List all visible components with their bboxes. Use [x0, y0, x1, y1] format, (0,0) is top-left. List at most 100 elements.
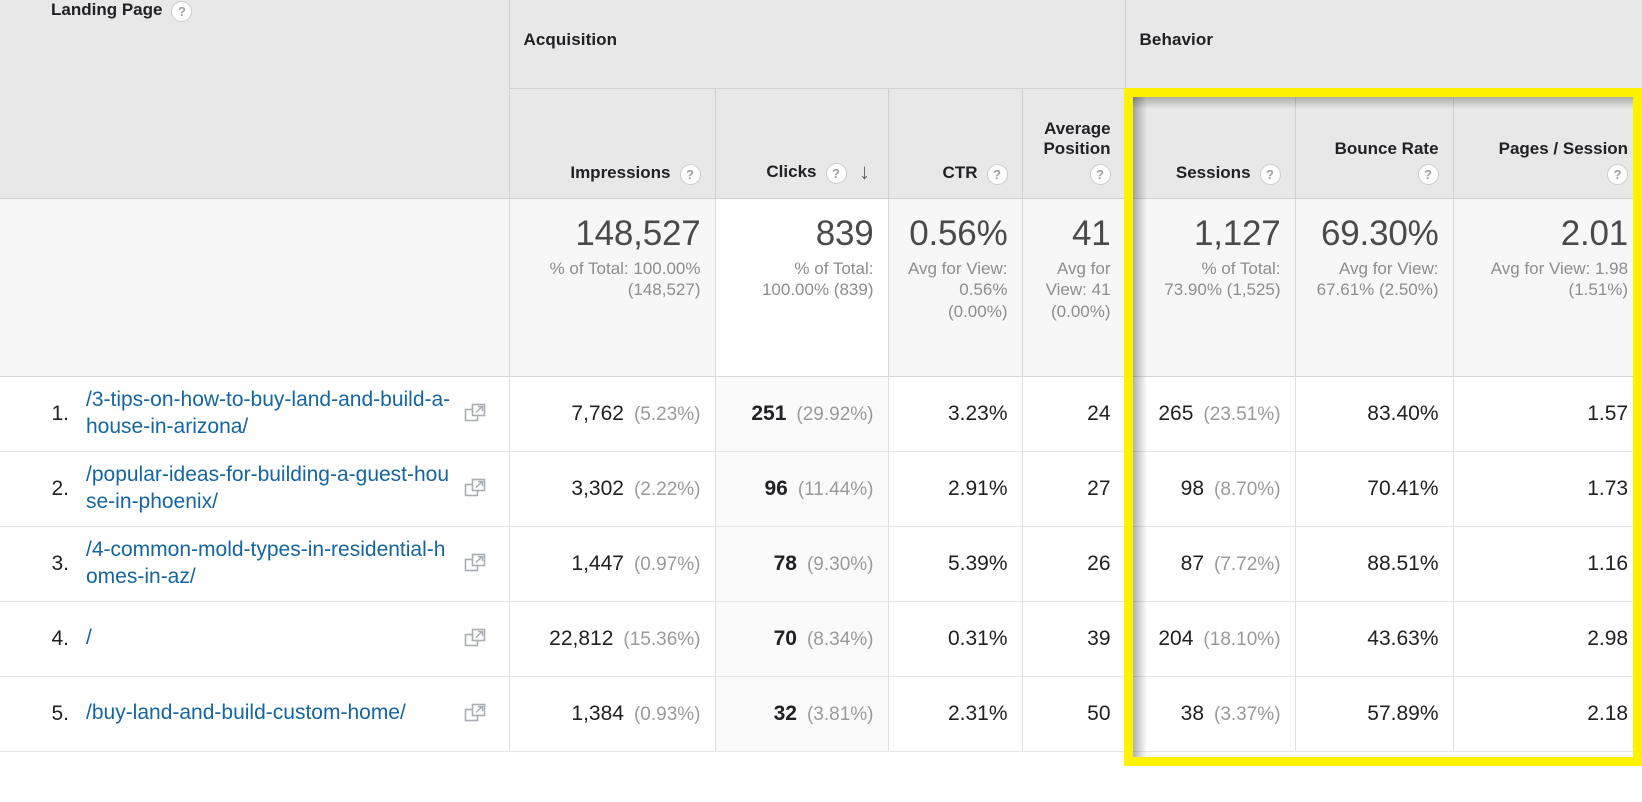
summary-note-bounce-rate: Avg for View: 67.61% (2.50%)	[1316, 258, 1439, 300]
cell-average-position: 39	[1022, 601, 1126, 677]
impressions-percent: (15.36%)	[623, 628, 701, 650]
cell-pages-session: 1.57	[1453, 376, 1642, 452]
ctr-value: 0.31%	[947, 626, 1008, 650]
table-row: 3. /4-common-mold-types-in-residential-h…	[0, 526, 1642, 602]
ctr-value: 5.39%	[947, 551, 1008, 575]
cell-ctr: 0.31%	[888, 601, 1023, 677]
open-in-new-icon[interactable]	[464, 477, 487, 500]
bounce-rate-value: 43.63%	[1367, 626, 1439, 650]
summary-value-average-position: 41	[1072, 213, 1111, 253]
summary-note-clicks: % of Total: 100.00% (839)	[761, 258, 874, 300]
cell-ctr: 3.23%	[888, 376, 1023, 452]
clicks-value: 32	[773, 701, 797, 725]
column-header-average-position[interactable]: Average Position ?	[1022, 88, 1126, 199]
help-icon-sessions[interactable]: ?	[1259, 163, 1281, 185]
column-header-landing-page[interactable]: Landing Page ?	[0, 0, 510, 199]
landing-page-link[interactable]: /3-tips-on-how-to-buy-land-and-build-a-h…	[86, 387, 464, 440]
summary-cell-bounce-rate: 69.30% Avg for View: 67.61% (2.50%)	[1295, 198, 1454, 377]
cell-sessions: 38 (3.37%)	[1125, 676, 1296, 752]
ctr-label: CTR	[942, 162, 978, 182]
cell-impressions: 1,447 (0.97%)	[509, 526, 716, 602]
cell-sessions: 204 (18.10%)	[1125, 601, 1296, 677]
help-icon-landing-page[interactable]: ?	[171, 1, 193, 22]
cell-bounce-rate: 83.40%	[1295, 376, 1454, 452]
landing-page-link[interactable]: /popular-ideas-for-building-a-guest-hous…	[86, 462, 464, 515]
landing-page-link[interactable]: /buy-land-and-build-custom-home/	[86, 700, 464, 726]
behavior-group-label: Behavior	[1139, 30, 1214, 49]
cell-landing-page: 4. /	[0, 601, 510, 677]
help-icon-average-position[interactable]: ?	[1089, 163, 1111, 185]
cell-average-position: 26	[1022, 526, 1126, 602]
cell-impressions: 3,302 (2.22%)	[509, 451, 716, 527]
average-position-label: Average Position	[1043, 119, 1111, 159]
bounce-rate-value: 88.51%	[1367, 551, 1439, 575]
clicks-value: 251	[751, 401, 787, 425]
pages-session-value: 2.98	[1587, 626, 1629, 650]
impressions-percent: (5.23%)	[633, 403, 701, 425]
summary-value-ctr: 0.56%	[909, 213, 1008, 253]
open-in-new-icon[interactable]	[464, 627, 487, 650]
cell-clicks: 96 (11.44%)	[715, 451, 889, 527]
cell-clicks: 251 (29.92%)	[715, 376, 889, 452]
cell-average-position: 24	[1022, 376, 1126, 452]
ctr-value: 2.91%	[947, 476, 1008, 500]
table-row: 1. /3-tips-on-how-to-buy-land-and-build-…	[0, 376, 1642, 452]
sessions-value: 204	[1158, 626, 1194, 650]
cell-pages-session: 2.18	[1453, 676, 1642, 752]
open-in-new-icon[interactable]	[464, 702, 487, 725]
sort-descending-icon[interactable]: ↓	[856, 160, 874, 184]
cell-impressions: 22,812 (15.36%)	[509, 601, 716, 677]
column-header-ctr[interactable]: CTR ?	[888, 88, 1023, 199]
help-icon-clicks[interactable]: ?	[825, 163, 847, 184]
average-position-value: 50	[1087, 701, 1111, 725]
open-in-new-icon[interactable]	[464, 552, 487, 575]
help-icon-bounce-rate[interactable]: ?	[1417, 163, 1439, 185]
summary-note-ctr: Avg for View: 0.56% (0.00%)	[907, 258, 1008, 322]
clicks-value: 78	[773, 551, 797, 575]
table-row: 5. /buy-land-and-build-custom-home/ 1,38…	[0, 676, 1642, 752]
cell-landing-page: 1. /3-tips-on-how-to-buy-land-and-build-…	[0, 376, 510, 452]
landing-page-label: Landing Page	[51, 0, 163, 20]
clicks-percent: (8.34%)	[806, 628, 874, 650]
column-header-clicks[interactable]: Clicks ? ↓	[715, 88, 889, 199]
cell-landing-page: 2. /popular-ideas-for-building-a-guest-h…	[0, 451, 510, 527]
table-row: 2. /popular-ideas-for-building-a-guest-h…	[0, 451, 1642, 527]
cell-bounce-rate: 70.41%	[1295, 451, 1454, 527]
column-header-impressions[interactable]: Impressions ?	[509, 88, 716, 199]
sessions-percent: (7.72%)	[1214, 553, 1281, 575]
summary-value-impressions: 148,527	[575, 213, 701, 253]
bounce-rate-value: 83.40%	[1367, 401, 1439, 425]
landing-page-link[interactable]: /4-common-mold-types-in-residential-home…	[86, 537, 464, 590]
help-icon-ctr[interactable]: ?	[986, 163, 1008, 185]
average-position-value: 39	[1087, 626, 1111, 650]
column-header-pages-session[interactable]: Pages / Session ?	[1453, 88, 1642, 199]
column-group-row: Landing Page ? Acquisition Behavior	[0, 0, 1642, 199]
column-header-sessions[interactable]: Sessions ?	[1125, 88, 1296, 199]
summary-cell-sessions: 1,127 % of Total: 73.90% (1,525)	[1125, 198, 1296, 377]
help-icon-pages-session[interactable]: ?	[1607, 163, 1629, 185]
summary-note-impressions: % of Total: 100.00% (148,527)	[549, 258, 701, 300]
table-header: Landing Page ? Acquisition Behavior Impr…	[0, 0, 1642, 199]
sessions-percent: (3.37%)	[1214, 703, 1281, 725]
cell-average-position: 50	[1022, 676, 1126, 752]
cell-sessions: 265 (23.51%)	[1125, 376, 1296, 452]
acquisition-group-label: Acquisition	[523, 30, 618, 49]
pages-session-label: Pages / Session	[1498, 139, 1629, 159]
clicks-percent: (11.44%)	[797, 478, 874, 500]
clicks-value: 70	[773, 626, 797, 650]
summary-row: 148,527 % of Total: 100.00% (148,527) 83…	[0, 198, 1642, 377]
column-header-bounce-rate[interactable]: Bounce Rate ?	[1295, 88, 1454, 199]
landing-page-table: Landing Page ? Acquisition Behavior Impr…	[0, 0, 1642, 752]
row-rank: 1.	[51, 401, 69, 425]
cell-ctr: 2.91%	[888, 451, 1023, 527]
cell-clicks: 78 (9.30%)	[715, 526, 889, 602]
clicks-percent: (29.92%)	[796, 403, 874, 425]
sessions-label: Sessions	[1175, 162, 1251, 182]
sessions-value: 265	[1158, 401, 1194, 425]
row-rank: 2.	[51, 476, 69, 500]
cell-sessions: 98 (8.70%)	[1125, 451, 1296, 527]
landing-page-link[interactable]: /	[86, 625, 464, 651]
open-in-new-icon[interactable]	[464, 402, 487, 425]
help-icon-impressions[interactable]: ?	[679, 163, 701, 185]
cell-bounce-rate: 43.63%	[1295, 601, 1454, 677]
